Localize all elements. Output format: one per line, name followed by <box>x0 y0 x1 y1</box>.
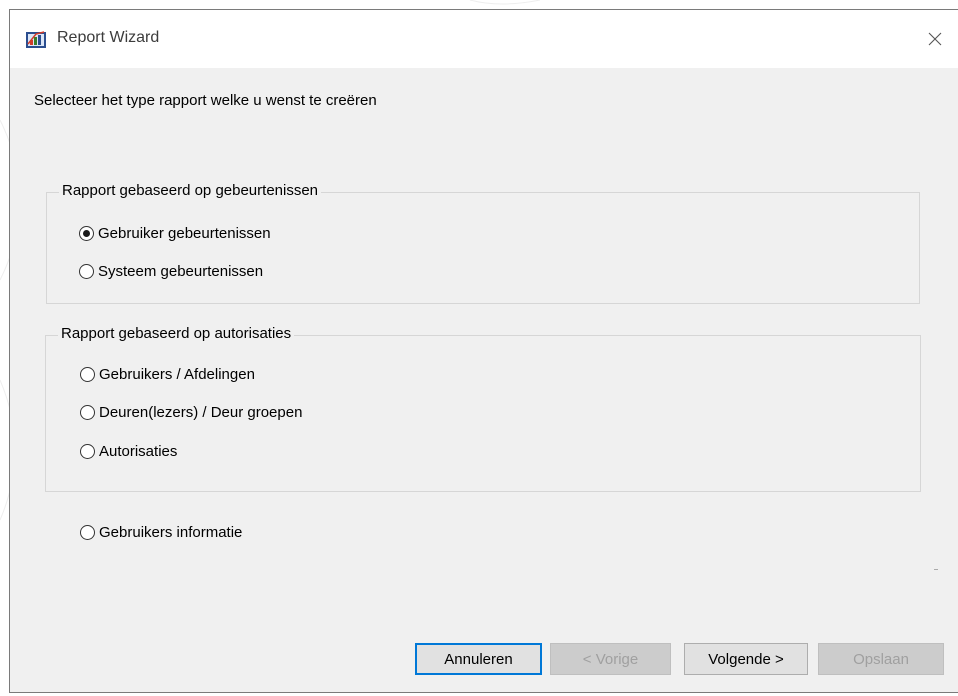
radio-button[interactable] <box>80 367 95 382</box>
radio-label: Deuren(lezers) / Deur groepen <box>99 404 303 421</box>
radio-authorizations[interactable]: Autorisaties <box>80 443 177 460</box>
cancel-button[interactable]: Annuleren <box>415 643 542 675</box>
radio-system-events[interactable]: Systeem gebeurtenissen <box>79 263 263 280</box>
report-wizard-icon <box>26 31 46 48</box>
radio-button[interactable] <box>80 444 95 459</box>
radio-button[interactable] <box>79 264 94 279</box>
radio-button[interactable] <box>79 226 94 241</box>
save-button[interactable]: Opslaan <box>818 643 944 675</box>
radio-user-information[interactable]: Gebruikers informatie <box>80 524 242 541</box>
radio-selected-dot <box>83 230 90 237</box>
radio-label: Gebruikers / Afdelingen <box>99 366 255 383</box>
report-wizard-dialog: Report Wizard Selecteer het type rapport… <box>9 9 958 693</box>
previous-button[interactable]: < Vorige <box>550 643 671 675</box>
group-legend: Rapport gebaseerd op autorisaties <box>58 325 295 342</box>
radio-label: Autorisaties <box>99 443 178 460</box>
radio-button[interactable] <box>80 405 95 420</box>
radio-button[interactable] <box>80 525 95 540</box>
close-icon <box>928 32 942 46</box>
next-button[interactable]: Volgende > <box>684 643 808 675</box>
radio-user-events[interactable]: Gebruiker gebeurtenissen <box>79 225 271 242</box>
instruction-text: Selecteer het type rapport welke u wenst… <box>34 92 377 109</box>
group-legend: Rapport gebaseerd op gebeurtenissen <box>59 182 322 199</box>
divider <box>934 569 938 570</box>
events-report-group: Rapport gebaseerd op gebeurtenissen Gebr… <box>46 182 920 304</box>
radio-doors-door-groups[interactable]: Deuren(lezers) / Deur groepen <box>80 404 302 421</box>
title-bar: Report Wizard <box>10 10 958 68</box>
radio-users-departments[interactable]: Gebruikers / Afdelingen <box>80 366 255 383</box>
authorization-report-group: Rapport gebaseerd op autorisaties Gebrui… <box>45 325 921 492</box>
window-title: Report Wizard <box>57 29 160 46</box>
radio-label: Systeem gebeurtenissen <box>98 263 264 280</box>
close-button[interactable] <box>912 10 958 68</box>
radio-label: Gebruiker gebeurtenissen <box>98 225 271 242</box>
radio-label: Gebruikers informatie <box>99 524 243 541</box>
